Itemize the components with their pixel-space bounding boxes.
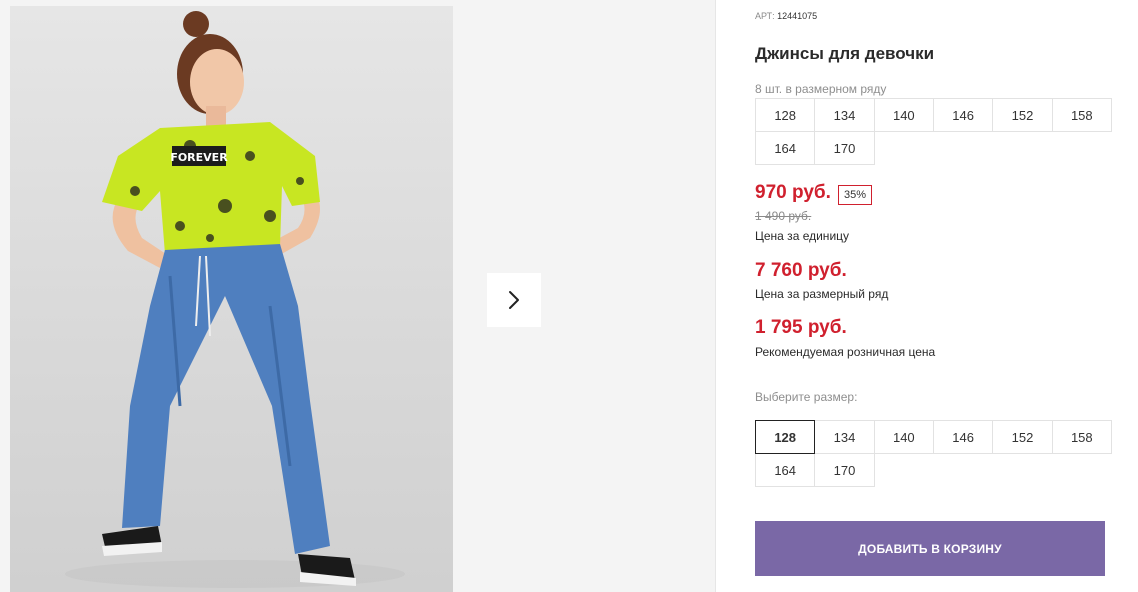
row-price: 7 760 руб. [755,260,847,281]
size-row-grid: 128 134 140 146 152 158 164 170 [755,98,1112,165]
size-option-134[interactable]: 134 [814,420,875,454]
size-option-146[interactable]: 146 [932,420,994,454]
article-label: АРТ: [755,11,775,21]
size-option-128[interactable]: 128 [755,420,816,454]
size-option-170[interactable]: 170 [814,453,875,487]
product-photo: FOREVER [10,6,453,592]
size-row-cell: 134 [814,98,875,132]
product-title: Джинсы для девочки [755,44,935,63]
size-row-cell: 152 [992,98,1053,132]
product-gallery: FOREVER [0,0,716,592]
article-number: АРТ: 12441075 [755,11,817,21]
unit-price-label: Цена за единицу [755,229,850,243]
size-row-cell: 128 [755,98,816,132]
size-option-152[interactable]: 152 [992,420,1053,454]
size-row-cell: 140 [873,98,934,132]
size-option-140[interactable]: 140 [873,420,934,454]
old-price: 1 490 руб. [755,209,812,223]
retail-price-label: Рекомендуемая розничная цена [755,345,936,359]
size-option-158[interactable]: 158 [1051,420,1112,454]
shirt-print-text: FOREVER [170,151,228,164]
next-image-button[interactable] [487,273,541,327]
chevron-right-icon [509,291,519,309]
choose-size-label: Выберите размер: [755,390,858,404]
size-row-cell: 170 [814,131,875,165]
size-row-cell: 164 [755,131,816,165]
size-row-cell: 146 [932,98,994,132]
discount-badge: 35% [838,185,873,205]
size-selector: 128 134 140 146 152 158 164 170 [755,420,1112,487]
unit-price: 970 руб. [755,182,831,203]
article-value: 12441075 [777,11,818,21]
size-row-hint: 8 шт. в размерном ряду [755,82,887,96]
row-price-label: Цена за размерный ряд [755,287,889,301]
size-row-cell: 158 [1051,98,1112,132]
model-illustration: FOREVER [65,11,405,588]
retail-price: 1 795 руб. [755,317,847,338]
add-to-cart-button[interactable]: ДОБАВИТЬ В КОРЗИНУ [755,521,1105,576]
size-option-164[interactable]: 164 [755,453,816,487]
